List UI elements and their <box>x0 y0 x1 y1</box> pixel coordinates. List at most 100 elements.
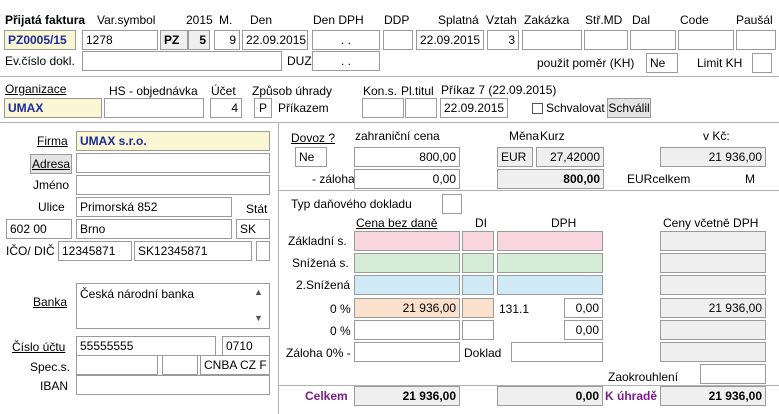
vztah-label: Vztah <box>486 13 517 27</box>
k-uhrade-label: K úhradě <box>605 389 658 403</box>
snizena2-di-field[interactable] <box>462 275 494 295</box>
zero1-base-field[interactable]: 21 936,00 <box>354 298 460 318</box>
pltitul-field[interactable] <box>405 98 437 118</box>
den-dph-field[interactable]: . . <box>312 30 380 50</box>
zaokrouhleni-label: Zaokrouhlení <box>608 370 679 384</box>
zero2-di-field[interactable] <box>462 320 494 340</box>
mena-field[interactable]: EUR <box>497 147 533 167</box>
ulice-label: Ulice <box>38 200 65 214</box>
invoice-number-field[interactable]: PZ0005/15 <box>4 30 76 50</box>
snizena-di-field[interactable] <box>462 253 494 273</box>
code-field[interactable] <box>678 30 734 50</box>
snizena2-base-field[interactable] <box>354 275 460 295</box>
zaokrouhleni-field[interactable] <box>700 364 766 384</box>
adresa-button[interactable]: Adresa <box>30 154 72 174</box>
duzp-field[interactable]: . . <box>312 51 380 71</box>
month-label: M. <box>219 13 233 27</box>
code-label: Code <box>680 13 709 27</box>
hs-label: HS - objednávka <box>109 84 198 98</box>
zero2-dph-field[interactable]: 0,00 <box>564 320 603 340</box>
ico-field[interactable]: 12345871 <box>58 241 132 261</box>
scroll-up-icon[interactable]: ▲ <box>254 287 263 297</box>
schvalovat-checkbox[interactable] <box>532 103 543 114</box>
dovoz-field[interactable]: Ne <box>295 147 327 167</box>
pausal-field[interactable] <box>736 30 776 50</box>
zakladni-dph-field[interactable] <box>497 231 603 251</box>
prikaz-date-field[interactable]: 22.09.2015 <box>440 98 508 118</box>
ucet-label: Účet <box>211 84 236 98</box>
zaloha0-field[interactable] <box>354 342 460 362</box>
snizena-base-field[interactable] <box>354 253 460 273</box>
spec-field[interactable] <box>76 355 158 375</box>
vkc-label: v Kč: <box>703 129 730 143</box>
zero2-base-field[interactable] <box>354 320 460 340</box>
evcislo-label: Ev.číslo dokl. <box>5 54 75 68</box>
form-title: Přijatá faktura <box>5 13 86 27</box>
zakazka-field[interactable] <box>522 30 582 50</box>
schvalil-button[interactable]: Schválil <box>607 98 651 118</box>
snizena2-label: 2.Snížená <box>296 278 351 292</box>
psc-field[interactable]: 602 00 <box>6 219 72 239</box>
var-symbol-field[interactable]: 1278 <box>82 30 158 50</box>
zahranicni-cena-field[interactable]: 800,00 <box>354 147 460 167</box>
jmeno-field[interactable] <box>76 175 270 195</box>
limit-kh-field[interactable] <box>752 53 772 73</box>
celkem-base-field: 21 936,00 <box>354 386 460 406</box>
dal-field[interactable] <box>630 30 676 50</box>
banka-field[interactable]: Česká národní banka <box>76 283 270 329</box>
scroll-down-icon[interactable]: ▼ <box>254 313 263 323</box>
pouzit-pomer-label: použit poměr (KH) <box>537 56 635 70</box>
den-field[interactable]: 22.09.2015 <box>242 30 308 50</box>
doklad-field[interactable] <box>511 342 603 362</box>
typ-dokladu-field[interactable] <box>442 194 462 214</box>
zaloha0-total-field <box>660 342 766 362</box>
den-dph-label: Den DPH <box>313 13 364 27</box>
banka-value: Česká národní banka <box>80 287 195 301</box>
zaloha-field[interactable]: 0,00 <box>354 169 460 189</box>
zakladni-base-field[interactable] <box>354 231 460 251</box>
eurcelkem-label: EURcelkem <box>627 172 691 186</box>
kurz-field[interactable]: 27,42000 <box>536 147 604 167</box>
mesto-field[interactable]: Brno <box>76 219 232 239</box>
str-md-field[interactable] <box>584 30 628 50</box>
org-separator <box>0 122 779 123</box>
iban-field[interactable] <box>76 375 270 395</box>
splatna-field[interactable]: 22.09.2015 <box>416 30 484 50</box>
kons-label: Kon.s. <box>363 84 398 98</box>
kod-banky-field[interactable]: 0710 <box>222 336 270 356</box>
snizena-dph-field[interactable] <box>497 253 603 273</box>
doc-type-number-field[interactable]: 5 <box>188 30 210 50</box>
organizace-field[interactable]: UMAX <box>4 98 102 118</box>
ulice-field[interactable]: Primorská 852 <box>76 197 232 217</box>
vkc-field[interactable]: 21 936,00 <box>660 147 766 167</box>
swift-field[interactable]: CNBA CZ F <box>200 355 270 375</box>
spec2-field[interactable] <box>162 355 198 375</box>
var-symbol-label: Var.symbol <box>97 13 156 27</box>
adresa-field[interactable] <box>76 153 270 173</box>
ico-dic-label: IČO/ DIČ <box>6 244 55 258</box>
stat-field[interactable]: SK <box>236 219 270 239</box>
total-foreign-field: 800,00 <box>497 169 604 189</box>
evcislo-field[interactable] <box>82 51 282 71</box>
dic-field[interactable]: SK12345871 <box>134 241 252 261</box>
doc-type-field[interactable]: PZ <box>160 30 188 50</box>
ddp-label: DDP <box>384 13 410 27</box>
cislo-uctu-field[interactable]: 55555555 <box>76 336 216 356</box>
dal-label: Dal <box>632 13 651 27</box>
ddp-field[interactable] <box>383 30 413 50</box>
snizena2-dph-field[interactable] <box>497 275 603 295</box>
ucet-field[interactable]: 4 <box>210 98 242 118</box>
zpusob-code-field[interactable]: P <box>254 98 272 118</box>
pouzit-pomer-field[interactable]: Ne <box>646 53 678 73</box>
hs-objednavka-field[interactable] <box>104 98 204 118</box>
zero1-di-field[interactable] <box>462 298 494 318</box>
firma-field[interactable]: UMAX s.r.o. <box>76 131 270 151</box>
dic-flag-field[interactable] <box>256 241 270 261</box>
zaloha0-label: Záloha 0% - <box>286 346 351 360</box>
iban-label: IBAN <box>40 379 69 393</box>
kons-field[interactable] <box>362 98 404 118</box>
vztah-field[interactable]: 3 <box>487 30 519 50</box>
month-field[interactable]: 9 <box>214 30 240 50</box>
zakladni-di-field[interactable] <box>462 231 494 251</box>
zero1-dph-field[interactable]: 0,00 <box>564 298 603 318</box>
